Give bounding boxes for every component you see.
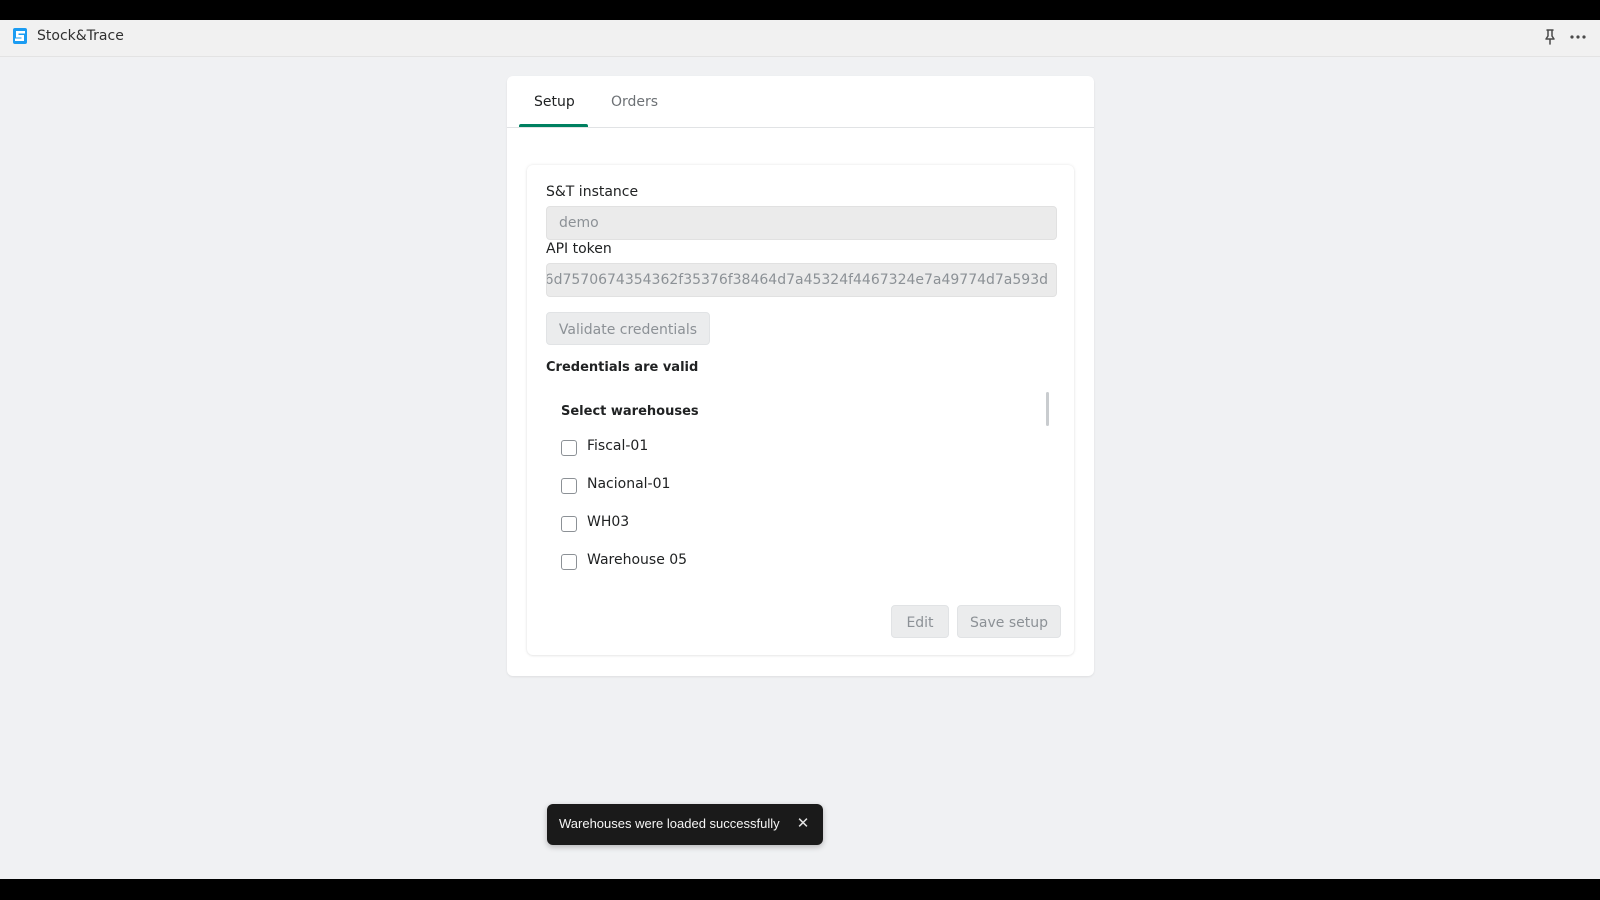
- main-content: Setup Orders S&T instance demo API token…: [0, 57, 1600, 879]
- api-token-label: API token: [546, 241, 612, 257]
- api-token-value: 36d7570674354362f35376f38464d7a45324f446…: [546, 272, 1048, 288]
- credentials-status: Credentials are valid: [546, 360, 699, 375]
- screen-top-border: [0, 0, 1600, 20]
- active-tab-indicator: [519, 124, 588, 127]
- app-title: Stock&Trace: [37, 28, 124, 44]
- instance-label: S&T instance: [546, 184, 639, 200]
- warehouse-list: Select warehouses Fiscal-01 Nacional-01 …: [546, 390, 1054, 580]
- tab-bar: Setup Orders: [507, 76, 1094, 128]
- checkbox[interactable]: [561, 478, 577, 494]
- warehouse-list-scrollbar[interactable]: [1046, 392, 1049, 426]
- app-window: Stock&Trace Setup Orders S&T instance de…: [0, 20, 1600, 879]
- edit-button[interactable]: Edit: [891, 605, 949, 638]
- warehouse-label: WH03: [587, 514, 630, 530]
- api-token-input[interactable]: 36d7570674354362f35376f38464d7a45324f446…: [546, 263, 1057, 297]
- warehouse-label: Nacional-01: [587, 476, 671, 492]
- tab-setup[interactable]: Setup: [534, 94, 575, 110]
- warehouse-label: Fiscal-01: [587, 438, 649, 454]
- warehouse-label: Warehouse 05: [587, 552, 688, 568]
- instance-input[interactable]: demo: [546, 206, 1057, 240]
- close-icon[interactable]: ✕: [793, 813, 813, 833]
- toast-notification: Warehouses were loaded successfully ✕: [547, 804, 823, 845]
- setup-card: Setup Orders S&T instance demo API token…: [507, 76, 1094, 676]
- checkbox[interactable]: [561, 440, 577, 456]
- more-horizontal-icon[interactable]: [1568, 29, 1588, 45]
- screen-bottom-border: [0, 879, 1600, 900]
- validate-credentials-button[interactable]: Validate credentials: [546, 312, 710, 345]
- tab-orders[interactable]: Orders: [611, 94, 658, 110]
- stock-and-trace-logo-icon: [13, 28, 27, 44]
- pin-icon[interactable]: [1542, 28, 1558, 46]
- toast-message: Warehouses were loaded successfully: [559, 816, 780, 831]
- setup-form: S&T instance demo API token 36d757067435…: [527, 165, 1074, 655]
- checkbox[interactable]: [561, 554, 577, 570]
- save-setup-button[interactable]: Save setup: [957, 605, 1061, 638]
- warehouses-title: Select warehouses: [561, 404, 699, 419]
- app-header: Stock&Trace: [0, 20, 1600, 57]
- checkbox[interactable]: [561, 516, 577, 532]
